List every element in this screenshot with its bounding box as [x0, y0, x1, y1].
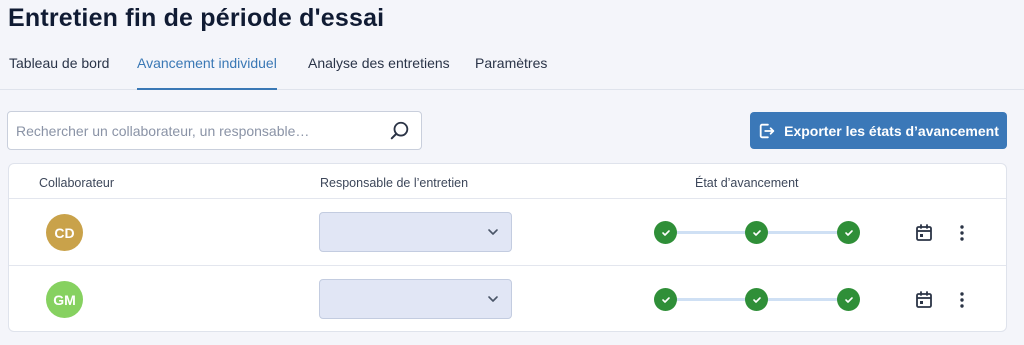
progress-steps	[654, 287, 860, 311]
page-title: Entretien fin de période d'essai	[8, 4, 385, 32]
tab-analyse-des-entretiens[interactable]: Analyse des entretiens	[308, 55, 450, 90]
tab-parametres[interactable]: Paramètres	[475, 55, 547, 90]
table-row: GM	[9, 266, 1006, 333]
export-icon	[759, 123, 775, 138]
search-input[interactable]	[16, 112, 386, 149]
step-done[interactable]	[745, 221, 768, 244]
responsable-select[interactable]	[319, 279, 512, 319]
step-done[interactable]	[837, 288, 860, 311]
more-options-icon[interactable]	[955, 223, 969, 243]
chevron-down-icon	[488, 229, 498, 235]
check-icon	[752, 296, 761, 303]
search-box	[7, 111, 422, 150]
tab-bar: Tableau de bord Avancement individuel An…	[0, 44, 1024, 90]
column-header-collaborateur: Collaborateur	[39, 176, 115, 190]
avatar[interactable]: GM	[46, 281, 83, 318]
step-done[interactable]	[654, 288, 677, 311]
check-icon	[844, 296, 853, 303]
more-options-icon[interactable]	[955, 290, 969, 310]
check-icon	[844, 229, 853, 236]
tab-tableau-de-bord[interactable]: Tableau de bord	[9, 55, 109, 90]
progress-table: Collaborateur Responsable de l’entretien…	[8, 163, 1007, 332]
table-row: CD	[9, 199, 1006, 266]
export-button[interactable]: Exporter les états d’avancement	[750, 112, 1007, 149]
export-button-label: Exporter les états d’avancement	[784, 122, 999, 139]
responsable-select[interactable]	[319, 212, 512, 252]
search-icon[interactable]	[389, 120, 411, 142]
chevron-down-icon	[488, 296, 498, 302]
calendar-icon[interactable]	[914, 223, 934, 243]
step-done[interactable]	[745, 288, 768, 311]
column-header-responsable: Responsable de l’entretien	[320, 176, 469, 190]
check-icon	[661, 296, 670, 303]
progress-steps	[654, 220, 860, 244]
step-done[interactable]	[837, 221, 860, 244]
column-header-etat: État d’avancement	[695, 176, 799, 190]
step-done[interactable]	[654, 221, 677, 244]
calendar-icon[interactable]	[914, 290, 934, 310]
tab-avancement-individuel[interactable]: Avancement individuel	[137, 55, 277, 90]
avatar[interactable]: CD	[46, 214, 83, 251]
check-icon	[752, 229, 761, 236]
check-icon	[661, 229, 670, 236]
